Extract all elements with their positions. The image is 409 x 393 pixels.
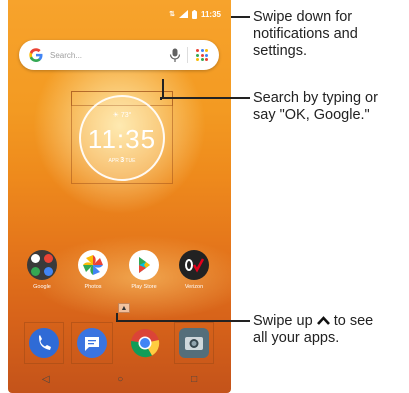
home-icon[interactable]: ○ — [117, 374, 123, 385]
clock-time: 11:35 — [87, 124, 157, 154]
chevron-up-icon — [316, 316, 330, 325]
verizon-icon — [179, 250, 209, 280]
callout-apps: Swipe up to see all your apps. — [253, 313, 373, 347]
search-divider — [187, 47, 188, 63]
app-google-folder[interactable]: Google — [22, 250, 62, 290]
app-drawer-chevron[interactable]: ▲ — [118, 303, 130, 313]
callout-notifications-line-1: Swipe down for — [253, 9, 353, 25]
app-label: Google — [33, 284, 51, 290]
callout-notifications-line-3: settings. — [253, 43, 307, 59]
app-verizon[interactable]: Verizon — [174, 250, 214, 290]
app-grid-icon[interactable] — [196, 49, 208, 61]
date-weekday: TUE — [124, 158, 136, 164]
dock-camera[interactable] — [177, 326, 211, 360]
date-month: APR — [108, 158, 121, 164]
callout-apps-line-1: Swipe up to see — [253, 313, 373, 330]
battery-icon — [191, 9, 197, 19]
camera-icon — [179, 328, 209, 358]
callout-apps-text-before: Swipe up — [253, 313, 317, 329]
messages-icon — [77, 328, 107, 358]
search-placeholder: Search... — [50, 50, 83, 60]
chevron-up-icon: ▲ — [120, 305, 128, 312]
callout-line-notifications — [231, 16, 250, 18]
dock-messages[interactable] — [75, 326, 109, 360]
callout-apps-line-2: all your apps. — [253, 330, 340, 346]
phone-screen: ⇅ 11:35 Search... ☀ 73° 11:35 APR 3 TUE — [8, 0, 231, 393]
callout-notifications-line-2: notifications and — [253, 26, 358, 42]
vibrate-icon: ⇅ — [169, 11, 175, 18]
callout-line-apps-horizontal — [117, 320, 250, 322]
callout-apps-text-after: to see — [329, 313, 374, 329]
app-play-store[interactable]: Play Store — [124, 250, 164, 290]
app-photos[interactable]: Photos — [73, 250, 113, 290]
dock-chrome[interactable] — [128, 326, 162, 360]
google-g-icon — [29, 48, 43, 62]
callout-line-search-horizontal — [160, 97, 250, 99]
phone-icon — [29, 328, 59, 358]
back-icon[interactable]: ◁ — [42, 374, 50, 385]
signal-icon — [178, 10, 188, 18]
status-bar[interactable]: ⇅ 11:35 — [169, 8, 221, 20]
navigation-bar: ◁ ○ □ — [8, 366, 231, 393]
clock-widget[interactable]: ☀ 73° 11:35 APR 3 TUE — [79, 95, 165, 181]
chrome-icon — [130, 328, 160, 358]
photos-icon — [78, 250, 108, 280]
app-label: Play Store — [131, 284, 157, 290]
callout-notifications: Swipe down for notifications and setting… — [253, 9, 358, 60]
app-label: Verizon — [184, 284, 204, 290]
google-folder-icon — [27, 250, 57, 280]
microphone-icon[interactable] — [169, 48, 181, 62]
clock-date: APR 3 TUE — [81, 157, 163, 164]
play-store-icon — [129, 250, 159, 280]
callout-line-search-vertical — [162, 79, 164, 99]
dock-phone[interactable] — [27, 326, 61, 360]
callout-search-line-1: Search by typing or — [253, 90, 378, 106]
weather-readout: ☀ 73° — [112, 112, 132, 119]
callout-search: Search by typing or say "OK, Google." — [253, 90, 378, 124]
google-search-bar[interactable]: Search... — [19, 40, 219, 70]
callout-search-line-2: say "OK, Google." — [253, 107, 370, 123]
status-time: 11:35 — [200, 9, 221, 19]
app-label: Photos — [84, 284, 102, 290]
recents-icon[interactable]: □ — [191, 374, 197, 385]
callout-line-apps-vertical — [116, 313, 118, 322]
